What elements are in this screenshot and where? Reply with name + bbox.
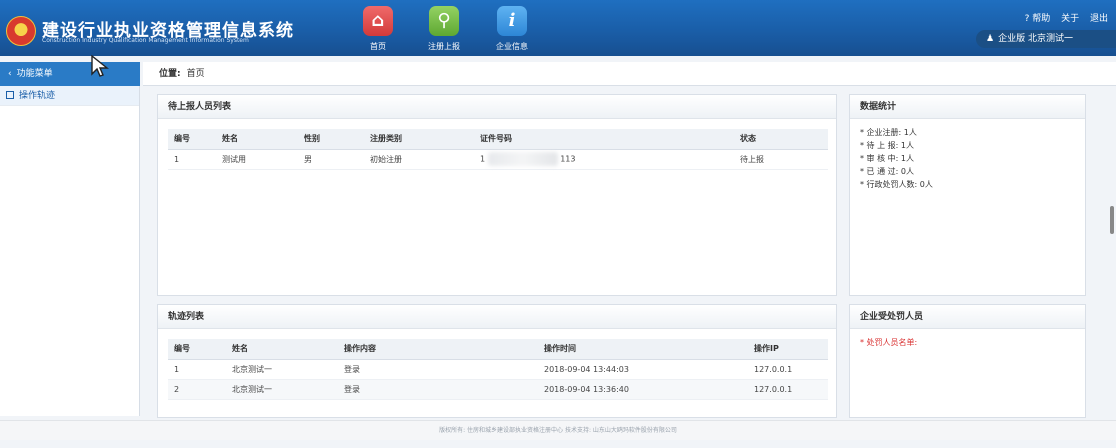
penalty-title: 企业受处罚人员 xyxy=(850,305,1085,329)
nav-home-label: 首页 xyxy=(370,42,386,51)
table-row[interactable]: 1 北京测试一 登录 2018-09-04 13:44:03 127.0.0.1 xyxy=(168,359,828,380)
about-link[interactable]: 关于 xyxy=(1061,14,1079,24)
column-header: 编号 xyxy=(168,339,226,360)
pending-list-table: 编号 姓名 性别 注册类别 证件号码 状态 1 测试用 男 初始注册 1 113… xyxy=(168,129,828,170)
cell-no: 1 xyxy=(168,149,216,170)
column-header: 操作IP xyxy=(748,339,828,360)
cell-action: 登录 xyxy=(338,359,538,380)
table-header-row: 编号 姓名 操作内容 操作时间 操作IP xyxy=(168,339,828,360)
stat-line: * 审 核 中: 1人 xyxy=(860,154,914,163)
menu-box-icon xyxy=(6,91,14,99)
chevron-left-icon: ‹ xyxy=(8,69,12,79)
stat-line: * 已 通 过: 0人 xyxy=(860,167,914,176)
breadcrumb-label: 位置: xyxy=(159,69,181,79)
system-subtitle: Construction Industry Qualification Mana… xyxy=(42,37,249,44)
user-name: 企业版 北京测试一 xyxy=(998,34,1073,44)
cell-gender: 男 xyxy=(298,149,364,170)
nav-register-upload-button[interactable]: ⚲ 注册上报 xyxy=(419,6,469,54)
column-header: 操作内容 xyxy=(338,339,538,360)
cell-time: 2018-09-04 13:44:03 xyxy=(538,359,748,380)
column-header: 状态 xyxy=(734,129,828,150)
column-header: 注册类别 xyxy=(364,129,474,150)
help-link[interactable]: ? 帮助 xyxy=(1025,14,1051,24)
track-list-table: 编号 姓名 操作内容 操作时间 操作IP 1 北京测试一 登录 2018-09-… xyxy=(168,339,828,400)
register-upload-icon: ⚲ xyxy=(429,6,459,36)
breadcrumb-current[interactable]: 首页 xyxy=(187,69,205,79)
info-icon: i xyxy=(497,6,527,36)
footer: 版权所有: 住房和城乡建设部执业资格注册中心 技术支持: 山东山大鸥玛软件股份有… xyxy=(0,420,1116,440)
cell-no: 1 xyxy=(168,359,226,380)
national-emblem-logo xyxy=(6,16,36,46)
sidebar-item-label: 操作轨迹 xyxy=(19,91,56,101)
id-prefix: 1 xyxy=(480,154,486,164)
stat-line: * 企业注册: 1人 xyxy=(860,128,917,137)
sidebar-header-label: 功能菜单 xyxy=(16,69,53,79)
table-header-row: 编号 姓名 性别 注册类别 证件号码 状态 xyxy=(168,129,828,150)
sidebar-header[interactable]: ‹ 功能菜单 xyxy=(0,62,140,86)
cell-ip: 127.0.0.1 xyxy=(748,379,828,400)
column-header: 姓名 xyxy=(216,129,298,150)
logout-link[interactable]: 退出 xyxy=(1090,14,1108,24)
cell-name: 北京测试一 xyxy=(226,359,338,380)
user-icon: ♟ xyxy=(986,34,995,44)
track-list-title: 轨迹列表 xyxy=(158,305,836,329)
stats-panel: 数据统计 * 企业注册: 1人 * 待 上 报: 1人 * 审 核 中: 1人 … xyxy=(849,94,1086,296)
nav-register-upload-label: 注册上报 xyxy=(428,42,460,51)
table-row[interactable]: 2 北京测试一 登录 2018-09-04 13:36:40 127.0.0.1 xyxy=(168,379,828,400)
column-header: 编号 xyxy=(168,129,216,150)
nav-company-info-button[interactable]: i 企业信息 xyxy=(487,6,537,54)
top-links: ? 帮助 关于 退出 xyxy=(1017,11,1108,24)
nav-home-button[interactable]: ⌂ 首页 xyxy=(353,6,403,54)
stat-line: * 待 上 报: 1人 xyxy=(860,141,914,150)
cell-status: 待上报 xyxy=(734,149,828,170)
mouse-cursor-icon xyxy=(91,55,109,77)
pending-list-title: 待上报人员列表 xyxy=(158,95,836,119)
column-header: 操作时间 xyxy=(538,339,748,360)
cell-action: 登录 xyxy=(338,379,538,400)
penalty-note[interactable]: * 处罚人员名单: xyxy=(850,329,1085,356)
table-row[interactable]: 1 测试用 男 初始注册 1 113 待上报 xyxy=(168,149,828,170)
home-icon: ⌂ xyxy=(363,6,393,36)
column-header: 证件号码 xyxy=(474,129,734,150)
id-suffix: 113 xyxy=(560,154,576,164)
cell-no: 2 xyxy=(168,379,226,400)
cell-name: 测试用 xyxy=(216,149,298,170)
cell-ip: 127.0.0.1 xyxy=(748,359,828,380)
column-header: 性别 xyxy=(298,129,364,150)
penalty-panel: 企业受处罚人员 * 处罚人员名单: xyxy=(849,304,1086,418)
top-header: 建设行业执业资格管理信息系统 Construction Industry Qua… xyxy=(0,0,1116,56)
nav-company-info-label: 企业信息 xyxy=(496,42,528,51)
cell-id-number: 1 113 xyxy=(474,149,734,170)
page-scrollbar[interactable] xyxy=(1110,206,1114,234)
cell-name: 北京测试一 xyxy=(226,379,338,400)
breadcrumb: 位置: 首页 xyxy=(143,62,1116,86)
cell-category: 初始注册 xyxy=(364,149,474,170)
stat-line: * 行政处罚人数: 0人 xyxy=(860,180,933,189)
cell-time: 2018-09-04 13:36:40 xyxy=(538,379,748,400)
pending-list-panel: 待上报人员列表 编号 姓名 性别 注册类别 证件号码 状态 1 测试用 男 初始… xyxy=(157,94,837,296)
redacted-blur xyxy=(487,152,558,166)
user-info-box: ♟ 企业版 北京测试一 xyxy=(976,30,1116,48)
column-header: 姓名 xyxy=(226,339,338,360)
stats-list: * 企业注册: 1人 * 待 上 报: 1人 * 审 核 中: 1人 * 已 通… xyxy=(850,119,1085,200)
track-list-panel: 轨迹列表 编号 姓名 操作内容 操作时间 操作IP 1 北京测试一 登录 201… xyxy=(157,304,837,418)
sidebar: 操作轨迹 xyxy=(0,86,140,416)
stats-title: 数据统计 xyxy=(850,95,1085,119)
sidebar-item-operation-track[interactable]: 操作轨迹 xyxy=(0,86,139,106)
